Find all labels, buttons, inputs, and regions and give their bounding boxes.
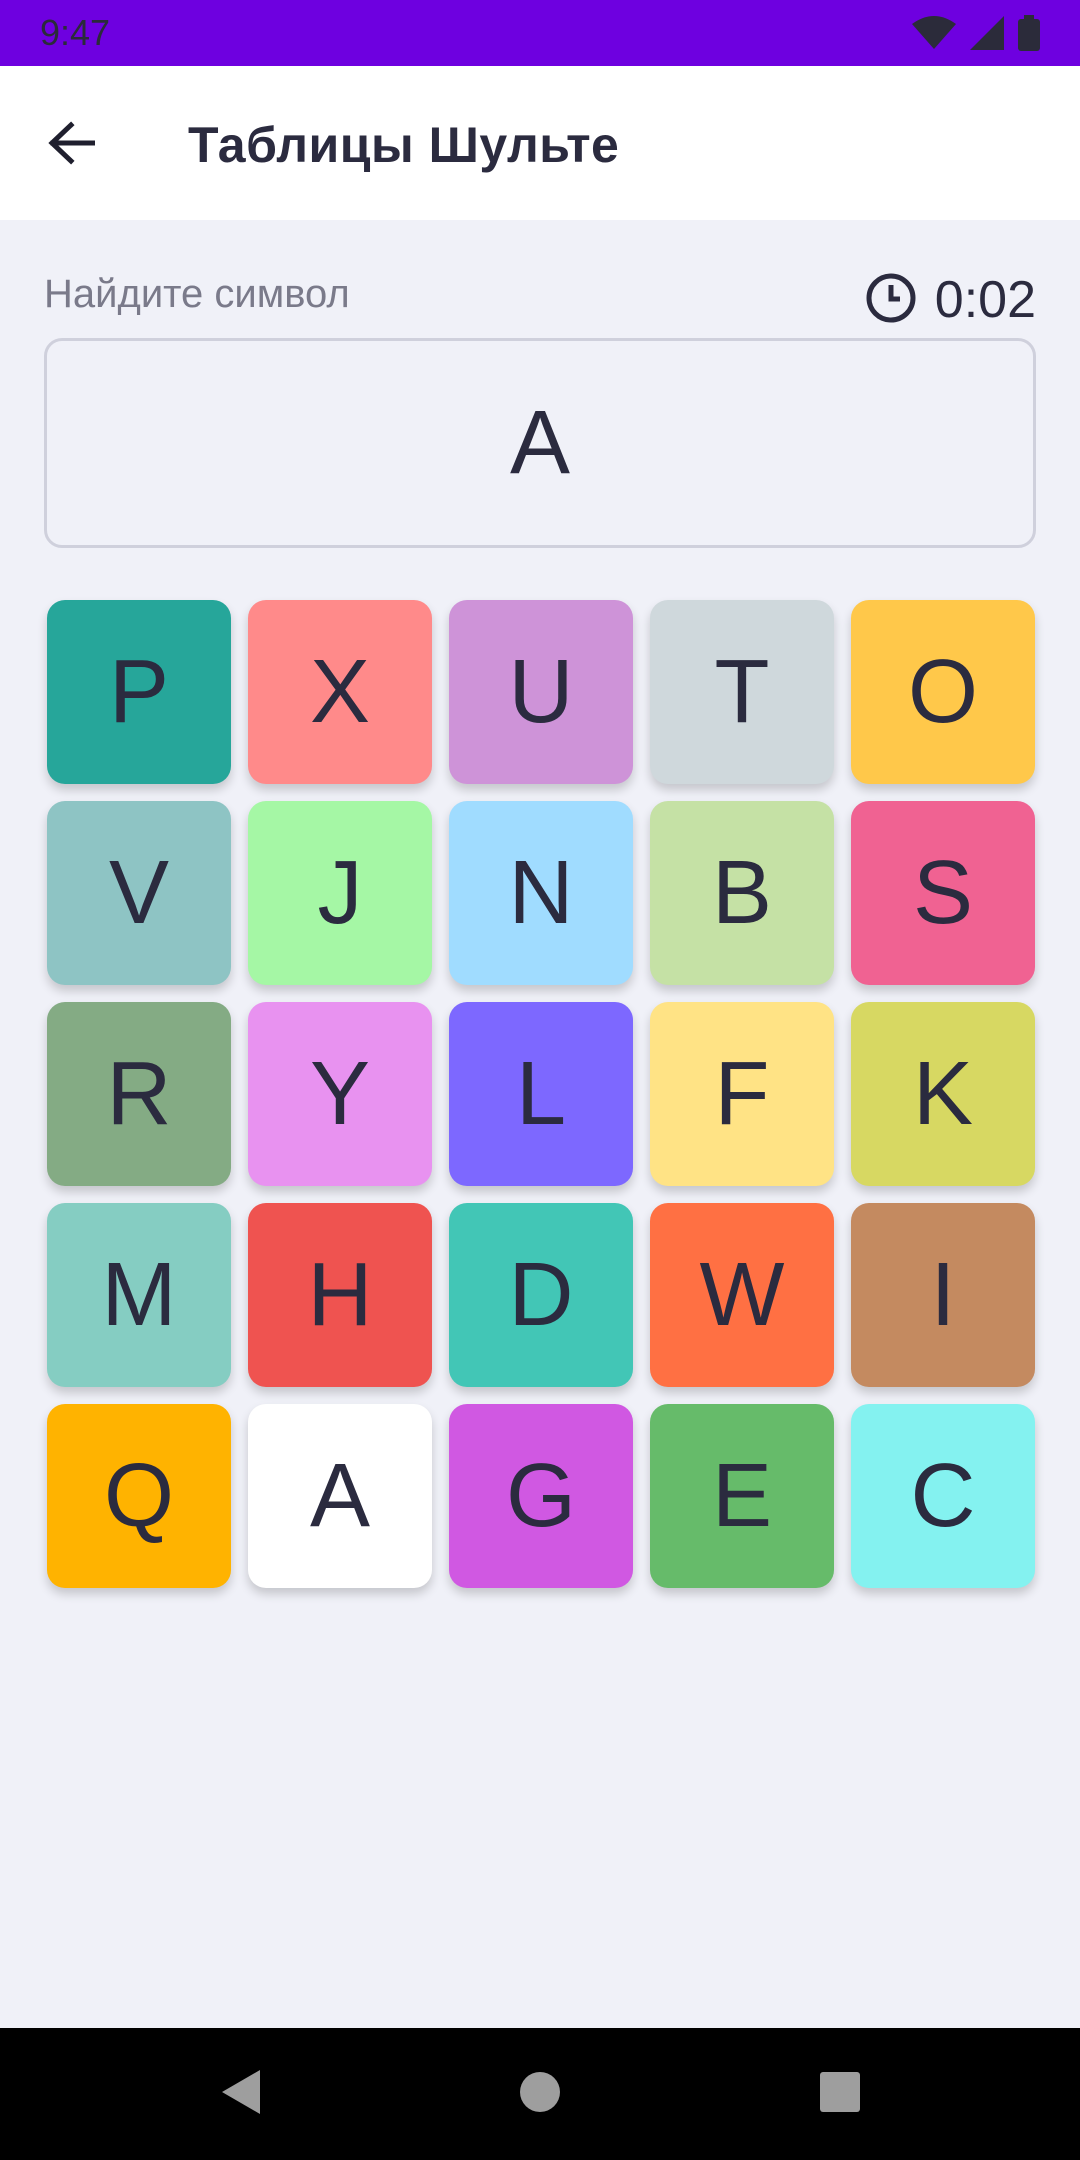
back-button[interactable] (36, 110, 106, 180)
navigation-bar (0, 2028, 1080, 2160)
grid-cell[interactable]: O (851, 600, 1035, 784)
grid-cell[interactable]: F (650, 1002, 834, 1186)
target-symbol: A (509, 392, 571, 493)
grid-cell[interactable]: C (851, 1404, 1035, 1588)
circle-home-icon (518, 2070, 562, 2119)
app-bar: Таблицы Шульте (0, 66, 1080, 220)
wifi-icon (912, 16, 956, 50)
grid-cell[interactable]: E (650, 1404, 834, 1588)
page-title: Таблицы Шульте (188, 117, 620, 173)
square-recents-icon (819, 2071, 861, 2118)
grid-cell[interactable]: Q (47, 1404, 231, 1588)
grid-cell[interactable]: J (248, 801, 432, 985)
grid-cell[interactable]: A (248, 1404, 432, 1588)
grid-cell[interactable]: R (47, 1002, 231, 1186)
grid-cell[interactable]: P (47, 600, 231, 784)
grid-cell[interactable]: U (449, 600, 633, 784)
find-symbol-label: Найдите символ (44, 272, 350, 316)
nav-home-button[interactable] (512, 2066, 568, 2122)
grid-cell[interactable]: K (851, 1002, 1035, 1186)
grid-cell[interactable]: H (248, 1203, 432, 1387)
nav-back-button[interactable] (212, 2066, 268, 2122)
grid-cell[interactable]: M (47, 1203, 231, 1387)
grid-cell[interactable]: W (650, 1203, 834, 1387)
arrow-left-icon (47, 120, 96, 170)
timer: 0:02 (865, 270, 1036, 330)
grid-cell[interactable]: I (851, 1203, 1035, 1387)
grid-cell[interactable]: Y (248, 1002, 432, 1186)
grid-cell[interactable]: T (650, 600, 834, 784)
target-symbol-box: A (44, 338, 1036, 548)
grid-cell[interactable]: N (449, 801, 633, 985)
timer-value: 0:02 (934, 271, 1036, 329)
status-bar: 9:47 (0, 0, 1080, 66)
grid-cell[interactable]: B (650, 801, 834, 985)
grid-cell[interactable]: V (47, 801, 231, 985)
grid-cell[interactable]: L (449, 1002, 633, 1186)
grid-cell[interactable]: G (449, 1404, 633, 1588)
nav-recents-button[interactable] (812, 2066, 868, 2122)
battery-icon (1018, 15, 1040, 51)
grid-cell[interactable]: D (449, 1203, 633, 1387)
triangle-back-icon (218, 2068, 262, 2121)
status-time: 9:47 (40, 12, 111, 53)
signal-icon (970, 16, 1004, 50)
game-content: Найдите символ 0:02 A P X U T O V J N B … (0, 220, 1080, 2028)
grid-cell[interactable]: X (248, 600, 432, 784)
status-icons (912, 15, 1040, 51)
grid-cell[interactable]: S (851, 801, 1035, 985)
schulte-grid: P X U T O V J N B S R Y L F K M H D W I … (47, 600, 1035, 1588)
clock-icon (865, 272, 917, 329)
